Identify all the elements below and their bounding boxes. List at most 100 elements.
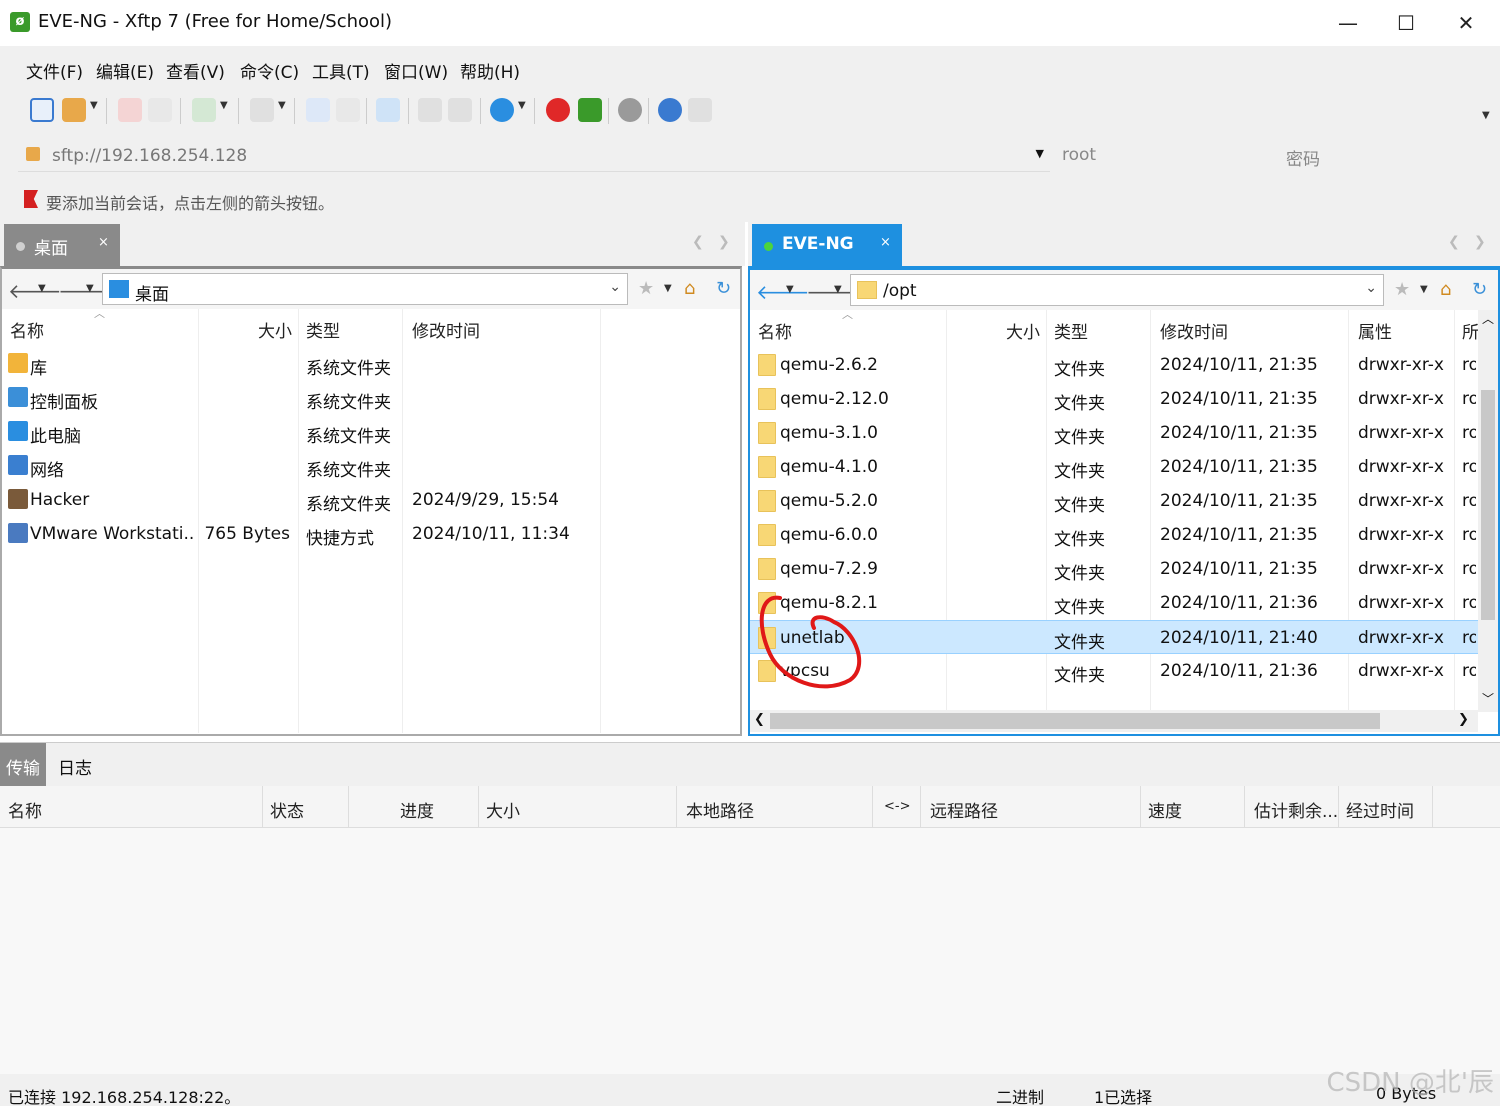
local-path-input[interactable]: 桌面 ⌄	[102, 273, 628, 305]
column-speed[interactable]: 速度	[1148, 797, 1182, 822]
terminal-icon[interactable]	[250, 98, 274, 122]
bookmark-flag-icon[interactable]	[24, 190, 38, 208]
column-status[interactable]: 状态	[270, 797, 304, 822]
column-local-path[interactable]: 本地路径	[686, 797, 754, 822]
table-row[interactable]: qemu-4.1.0 文件夹 2024/10/11, 21:35 drwxr-xr-x…	[750, 450, 1478, 484]
menu-command[interactable]: 命令(C)	[240, 58, 299, 83]
maximize-button[interactable]: ☐	[1376, 4, 1436, 42]
column-type[interactable]: 类型	[1054, 318, 1088, 343]
refresh-icon[interactable]: ↻	[1472, 279, 1487, 300]
column-progress[interactable]: 进度	[400, 797, 434, 822]
column-modified[interactable]: 修改时间	[1160, 318, 1228, 343]
scroll-down-icon[interactable]: ﹀	[1482, 690, 1494, 707]
open-dropdown-icon[interactable]: ▼	[90, 100, 98, 111]
refresh-icon[interactable]: ↻	[716, 278, 731, 299]
new-folder-icon[interactable]	[192, 98, 216, 122]
tab-scroll-left-icon[interactable]: ❮	[692, 234, 704, 250]
menu-file[interactable]: 文件(F)	[26, 58, 83, 83]
back-dropdown-icon[interactable]: ▼	[38, 283, 46, 294]
globe-icon[interactable]	[490, 98, 514, 122]
paste-icon[interactable]	[448, 98, 472, 122]
menu-view[interactable]: 查看(V)	[166, 58, 225, 83]
toolbar-overflow-icon[interactable]: ▼	[1482, 110, 1490, 121]
scroll-thumb[interactable]	[770, 713, 1380, 729]
column-modified[interactable]: 修改时间	[412, 317, 480, 342]
vertical-scrollbar[interactable]: ︿ ﹀	[1478, 310, 1498, 712]
horizontal-scrollbar[interactable]: ❮ ❯	[750, 710, 1478, 732]
open-folder-icon[interactable]	[62, 98, 86, 122]
xshell-icon[interactable]	[546, 98, 570, 122]
forward-dropdown-icon[interactable]: ▼	[834, 284, 842, 295]
table-row[interactable]: unetlab 文件夹 2024/10/11, 21:40 drwxr-xr-x ro	[750, 620, 1478, 654]
column-name[interactable]: 名称	[10, 317, 44, 342]
minimize-button[interactable]: —	[1318, 4, 1378, 42]
close-window-button[interactable]: ✕	[1436, 4, 1496, 42]
copy-icon[interactable]	[418, 98, 442, 122]
password-input[interactable]: 密码	[1278, 138, 1500, 172]
xftp-icon[interactable]	[578, 98, 602, 122]
globe-dropdown-icon[interactable]: ▼	[518, 100, 526, 111]
connect-icon[interactable]	[118, 98, 142, 122]
table-row[interactable]: qemu-3.1.0 文件夹 2024/10/11, 21:35 drwxr-xr-x…	[750, 416, 1478, 450]
new-dropdown-icon[interactable]: ▼	[220, 100, 228, 111]
address-input[interactable]: sftp://192.168.254.128 ▼	[18, 138, 1050, 172]
star-icon[interactable]: ★	[638, 278, 654, 299]
column-type[interactable]: 类型	[306, 317, 340, 342]
home-icon[interactable]: ⌂	[684, 278, 695, 299]
home-icon[interactable]: ⌂	[1440, 279, 1451, 300]
column-eta[interactable]: 估计剩余...	[1254, 797, 1338, 822]
forward-dropdown-icon[interactable]: ▼	[86, 283, 94, 294]
menu-help[interactable]: 帮助(H)	[460, 58, 520, 83]
path-dropdown-icon[interactable]: ⌄	[1365, 280, 1377, 296]
table-row[interactable]: vpcsu 文件夹 2024/10/11, 21:36 drwxr-xr-x ro	[750, 654, 1478, 688]
scroll-left-icon[interactable]: ❮	[754, 712, 765, 727]
tab-scroll-right-icon[interactable]: ❯	[718, 234, 730, 250]
tab-scroll-right-icon[interactable]: ❯	[1474, 234, 1486, 250]
tab-close-icon[interactable]: ×	[880, 235, 891, 250]
table-row[interactable]: Hacker 系统文件夹 2024/9/29, 15:54	[2, 483, 740, 517]
column-name[interactable]: 名称	[758, 318, 792, 343]
column-size[interactable]: 大小	[486, 797, 520, 822]
username-input[interactable]: root	[1052, 138, 1276, 172]
table-row[interactable]: qemu-8.2.1 文件夹 2024/10/11, 21:36 drwxr-xr-x…	[750, 586, 1478, 620]
table-row[interactable]: 此电脑 系统文件夹	[2, 415, 740, 449]
table-row[interactable]: qemu-7.2.9 文件夹 2024/10/11, 21:35 drwxr-xr-x…	[750, 552, 1478, 586]
download-icon[interactable]	[336, 98, 360, 122]
menu-tools[interactable]: 工具(T)	[312, 58, 370, 83]
gear-icon[interactable]	[618, 98, 642, 122]
scroll-up-icon[interactable]: ︿	[1482, 310, 1494, 327]
help-icon[interactable]	[658, 98, 682, 122]
transfer-list[interactable]	[0, 828, 1500, 1074]
tab-desktop[interactable]: 桌面 ×	[4, 224, 120, 266]
tab-close-icon[interactable]: ×	[98, 235, 109, 250]
column-name[interactable]: 名称	[8, 797, 42, 822]
path-dropdown-icon[interactable]: ⌄	[609, 279, 621, 295]
table-row[interactable]: qemu-6.0.0 文件夹 2024/10/11, 21:35 drwxr-xr-x…	[750, 518, 1478, 552]
new-session-icon[interactable]	[30, 98, 54, 122]
star-icon[interactable]: ★	[1394, 279, 1410, 300]
table-row[interactable]: qemu-2.12.0 文件夹 2024/10/11, 21:35 drwxr-xr-…	[750, 382, 1478, 416]
table-row[interactable]: qemu-2.6.2 文件夹 2024/10/11, 21:35 drwxr-xr-x…	[750, 348, 1478, 382]
star-dropdown-icon[interactable]: ▼	[664, 283, 672, 294]
tab-scroll-left-icon[interactable]: ❮	[1448, 234, 1460, 250]
column-elapsed[interactable]: 经过时间	[1346, 797, 1414, 822]
table-row[interactable]: VMware Workstati... 765 Bytes 快捷方式 2024/10/…	[2, 517, 740, 551]
column-owner[interactable]: 所	[1462, 318, 1478, 343]
table-row[interactable]: 控制面板 系统文件夹	[2, 381, 740, 415]
back-arrow-icon[interactable]: 🡐	[8, 279, 62, 303]
star-dropdown-icon[interactable]: ▼	[1420, 284, 1428, 295]
scroll-thumb[interactable]	[1481, 390, 1495, 620]
back-arrow-icon[interactable]: 🡐	[756, 280, 810, 304]
sync-icon[interactable]	[376, 98, 400, 122]
tab-transfer[interactable]: 传输	[0, 743, 46, 787]
back-dropdown-icon[interactable]: ▼	[786, 284, 794, 295]
column-direction[interactable]: <->	[884, 799, 910, 814]
upload-icon[interactable]	[306, 98, 330, 122]
column-remote-path[interactable]: 远程路径	[930, 797, 998, 822]
remote-path-input[interactable]: /opt ⌄	[850, 274, 1384, 306]
column-size[interactable]: 大小	[1006, 318, 1040, 343]
tab-log[interactable]: 日志	[48, 743, 108, 787]
menu-window[interactable]: 窗口(W)	[384, 58, 448, 83]
tab-eve-ng[interactable]: EVE-NG ×	[752, 224, 902, 266]
disconnect-icon[interactable]	[148, 98, 172, 122]
